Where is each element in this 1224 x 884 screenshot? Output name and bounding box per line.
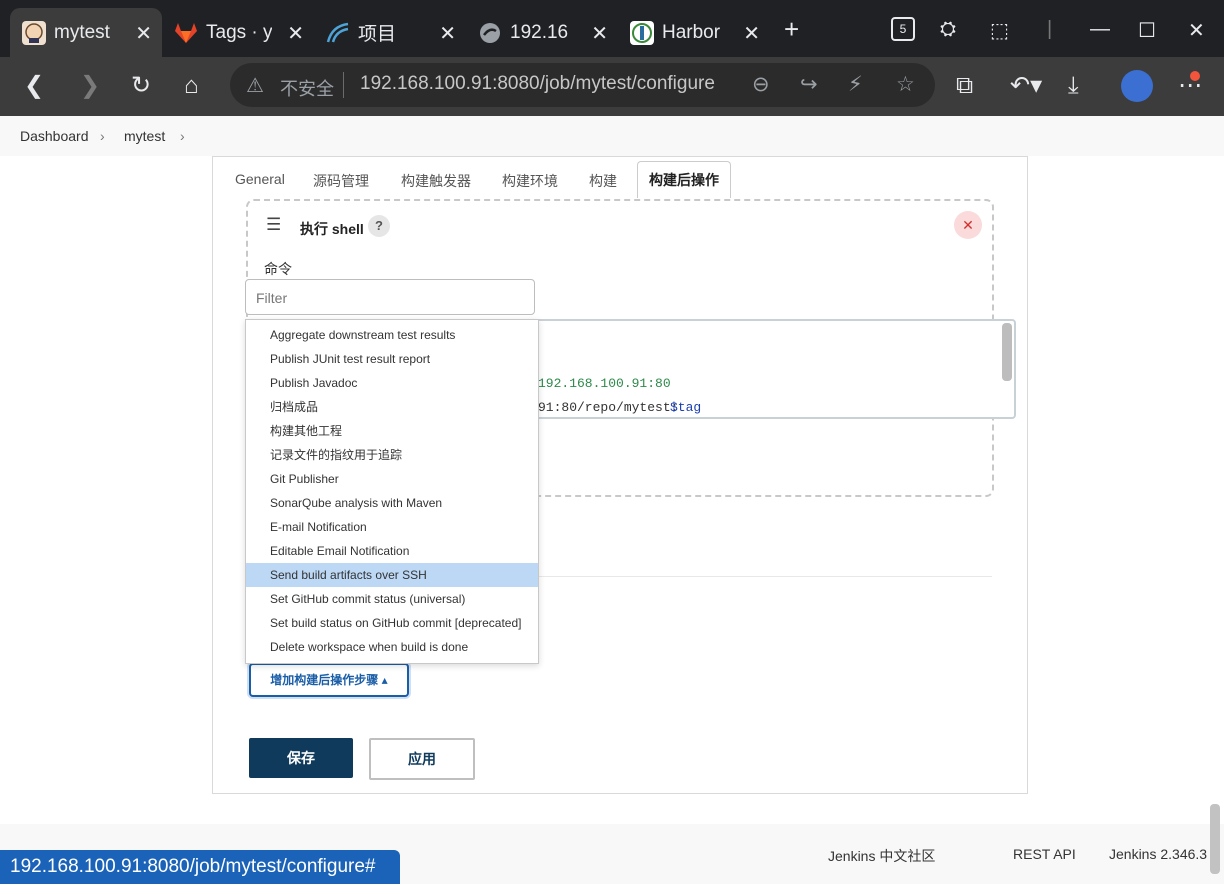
- menu-item[interactable]: Delete workspace when build is done: [246, 635, 538, 659]
- code-line: 91:80/repo/mytest:: [538, 400, 679, 415]
- close-tab-icon[interactable]: ✕: [439, 21, 456, 46]
- minimize-icon[interactable]: —: [1090, 18, 1110, 41]
- titlebar-divider: |: [1047, 18, 1053, 40]
- tab-title: mytest: [54, 21, 110, 43]
- menu-item[interactable]: 构建其他工程: [246, 419, 538, 443]
- menu-item[interactable]: Aggregate downstream test results: [246, 323, 538, 347]
- incognito-icon[interactable]: ⛭: [940, 18, 956, 41]
- notification-dot: [1190, 71, 1200, 81]
- menu-item[interactable]: Git Publisher: [246, 467, 538, 491]
- tab-triggers[interactable]: 构建触发器: [401, 171, 471, 191]
- browser-tab-strip: mytest ✕ Tags · y ✕ 项目 ✕ 192.16 ✕ Harbor…: [0, 0, 1224, 57]
- address-bar[interactable]: ⚠ 不安全 192.168.100.91:8080/job/mytest/con…: [230, 63, 935, 107]
- gitlab-icon: [174, 21, 198, 45]
- tab-mytest[interactable]: mytest ✕: [10, 8, 162, 57]
- tab-count-icon[interactable]: 5: [891, 17, 915, 41]
- tab-build[interactable]: 构建: [589, 171, 617, 191]
- menu-item[interactable]: 记录文件的指纹用于追踪: [246, 443, 538, 467]
- tab-post-build[interactable]: 构建后操作: [637, 161, 731, 198]
- caret-up-icon: ▴: [381, 673, 388, 687]
- harbor-icon: [630, 20, 654, 45]
- download-icon[interactable]: ⤓: [1068, 73, 1079, 99]
- globe-icon: [478, 21, 502, 45]
- menu-item[interactable]: E-mail Notification: [246, 515, 538, 539]
- breadcrumb-dashboard[interactable]: Dashboard: [20, 128, 89, 144]
- home-icon[interactable]: ⌂: [184, 73, 199, 99]
- new-tab-button[interactable]: +: [784, 14, 799, 45]
- menu-item[interactable]: Publish Javadoc: [246, 371, 538, 395]
- tab-project[interactable]: 项目 ✕: [314, 8, 466, 57]
- maximize-icon[interactable]: ☐: [1138, 18, 1156, 43]
- puzzle-icon[interactable]: ⧉: [956, 73, 973, 99]
- tab-title: Tags · y: [206, 21, 272, 43]
- status-url-bar: 192.168.100.91:8080/job/mytest/configure…: [0, 850, 400, 884]
- tab-harbor[interactable]: Harbor ✕: [618, 8, 770, 57]
- filter-input[interactable]: Filter: [245, 279, 535, 315]
- menu-item[interactable]: Set GitHub commit status (universal): [246, 587, 538, 611]
- delete-step-icon[interactable]: ✕: [954, 211, 982, 239]
- close-window-icon[interactable]: ✕: [1188, 18, 1205, 43]
- footer-community-link[interactable]: Jenkins 中文社区: [828, 846, 935, 866]
- shell-step-title: 执行 shell: [300, 221, 364, 237]
- breadcrumb: Dashboard › mytest ›: [0, 116, 1224, 156]
- close-tab-icon[interactable]: ✕: [135, 21, 152, 46]
- url-text[interactable]: 192.168.100.91:8080/job/mytest/configure: [360, 73, 715, 95]
- menu-item[interactable]: Publish JUnit test result report: [246, 347, 538, 371]
- tab-scm[interactable]: 源码管理: [313, 171, 369, 191]
- reload-icon[interactable]: ↻: [131, 73, 151, 99]
- tab-gitlab[interactable]: Tags · y ✕: [162, 8, 314, 57]
- tab-title: Harbor: [662, 21, 721, 43]
- menu-item[interactable]: Editable Email Notification: [246, 539, 538, 563]
- star-icon[interactable]: ☆: [896, 72, 915, 97]
- footer-version-link[interactable]: Jenkins 2.346.3: [1109, 846, 1207, 862]
- menu-item-highlighted[interactable]: Send build artifacts over SSH: [246, 563, 538, 587]
- jenkins-icon: [22, 20, 46, 45]
- avatar[interactable]: [1121, 70, 1153, 102]
- add-post-build-label: 增加构建后操作步骤: [270, 673, 379, 687]
- close-tab-icon[interactable]: ✕: [287, 21, 304, 46]
- history-dropdown-icon[interactable]: ↶▾: [1010, 73, 1042, 99]
- post-build-action-menu: Aggregate downstream test results Publis…: [245, 319, 539, 664]
- menu-item[interactable]: Set build status on GitHub commit [depre…: [246, 611, 538, 635]
- breadcrumb-mytest[interactable]: mytest: [124, 128, 165, 144]
- tab-title: 项目: [358, 24, 397, 45]
- tab-general[interactable]: General: [235, 171, 285, 187]
- rancher-icon: [326, 21, 350, 45]
- menu-item[interactable]: SonarQube analysis with Maven: [246, 491, 538, 515]
- menu-item[interactable]: 归档成品: [246, 395, 538, 419]
- security-label[interactable]: 不安全: [280, 75, 334, 101]
- textarea-scrollbar[interactable]: [1002, 323, 1012, 381]
- page-scrollbar[interactable]: [1210, 804, 1220, 874]
- close-tab-icon[interactable]: ✕: [591, 21, 608, 46]
- warning-icon: ⚠: [246, 75, 264, 97]
- apply-button[interactable]: 应用: [369, 738, 475, 780]
- chevron-right-icon[interactable]: ›: [180, 128, 185, 144]
- address-separator: [343, 72, 344, 98]
- chevron-right-icon[interactable]: ›: [100, 128, 105, 144]
- help-icon[interactable]: ?: [368, 215, 390, 237]
- lightning-icon[interactable]: ⚡: [848, 72, 863, 97]
- footer-rest-api-link[interactable]: REST API: [1013, 846, 1076, 862]
- drag-handle-icon[interactable]: ☰: [266, 215, 281, 235]
- zoom-icon[interactable]: ⊖: [752, 72, 770, 97]
- forward-icon[interactable]: ❯: [80, 73, 100, 99]
- extensions-icon[interactable]: ⬚: [990, 18, 1009, 43]
- code-line: 192.168.100.91:80: [538, 376, 671, 391]
- tab-build-env[interactable]: 构建环境: [502, 171, 558, 191]
- browser-toolbar: ❮ ❯ ↻ ⌂ ⚠ 不安全 192.168.100.91:8080/job/my…: [0, 57, 1224, 116]
- add-post-build-step-button[interactable]: 增加构建后操作步骤 ▴: [249, 663, 409, 697]
- share-icon[interactable]: ↪: [800, 72, 818, 97]
- command-label: 命令: [264, 261, 292, 277]
- save-button[interactable]: 保存: [249, 738, 353, 778]
- close-tab-icon[interactable]: ✕: [743, 21, 760, 46]
- back-icon[interactable]: ❮: [24, 73, 44, 99]
- code-variable: $tag: [670, 400, 702, 415]
- tab-title: 192.16: [510, 21, 569, 43]
- tab-192[interactable]: 192.16 ✕: [466, 8, 618, 57]
